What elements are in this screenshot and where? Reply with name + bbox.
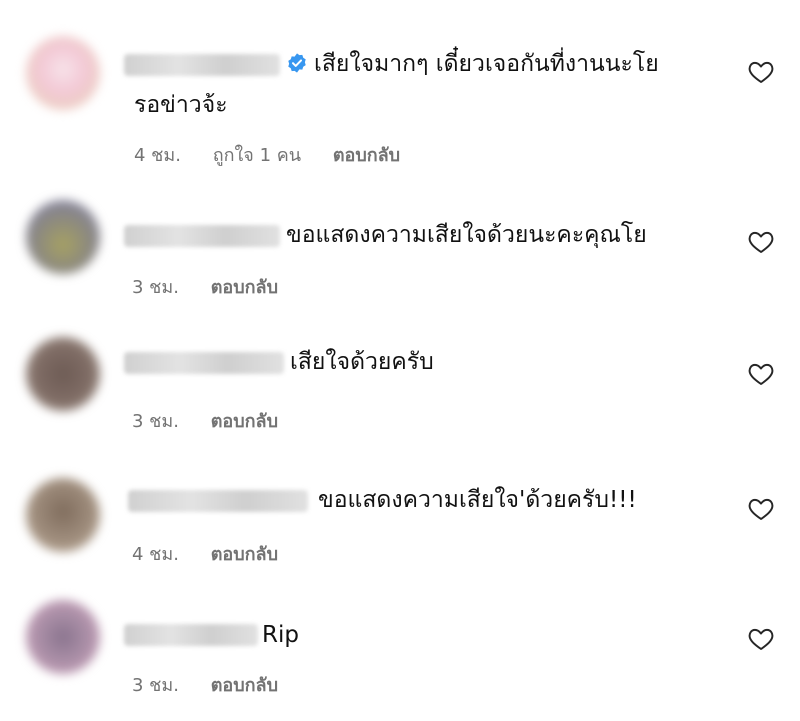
username-blurred[interactable] — [124, 624, 258, 646]
reply-button[interactable]: ตอบกลับ — [211, 277, 278, 298]
avatar[interactable] — [26, 337, 100, 411]
heart-outline-icon[interactable] — [748, 497, 774, 521]
avatar[interactable] — [26, 200, 100, 274]
reply-button[interactable]: ตอบกลับ — [211, 675, 278, 696]
comment-text: ขอแสดงความเสียใจ'ด้วยครับ!!! — [318, 487, 637, 513]
timestamp[interactable]: 3 ชม. — [132, 277, 179, 298]
heart-outline-icon[interactable] — [748, 362, 774, 386]
timestamp[interactable]: 4 ชม. — [132, 544, 179, 565]
username-blurred[interactable] — [124, 54, 280, 76]
comment-text: เสียใจด้วยครับ — [290, 349, 434, 375]
comment-text: เสียใจมากๆ เดี๋ยวเจอกันที่งานนะโย — [314, 51, 659, 77]
comment-item: เสียใจมากๆ เดี๋ยวเจอกันที่งานนะโย รอข่าว… — [0, 0, 800, 190]
comment-item: Rip 3 ชม. ตอบกลับ — [0, 590, 800, 721]
reply-button[interactable]: ตอบกลับ — [211, 544, 278, 565]
timestamp[interactable]: 4 ชม. — [134, 145, 181, 166]
comment-meta: 3 ชม. ตอบกลับ — [132, 670, 304, 699]
comment-item: ขอแสดงความเสียใจด้วยนะคะคุณโย 3 ชม. ตอบก… — [0, 190, 800, 325]
comment-meta: 3 ชม. ตอบกลับ — [132, 406, 304, 435]
timestamp[interactable]: 3 ชม. — [132, 675, 179, 696]
username-blurred[interactable] — [128, 490, 308, 512]
comment-text: Rip — [262, 622, 299, 648]
reply-button[interactable]: ตอบกลับ — [211, 411, 278, 432]
avatar[interactable] — [26, 478, 100, 552]
heart-outline-icon[interactable] — [748, 627, 774, 651]
comment-meta: 4 ชม. ตอบกลับ — [132, 539, 304, 568]
comment-item: เสียใจด้วยครับ 3 ชม. ตอบกลับ — [0, 325, 800, 460]
avatar[interactable] — [26, 600, 100, 674]
likes-count[interactable]: ถูกใจ 1 คน — [213, 145, 301, 166]
reply-button[interactable]: ตอบกลับ — [333, 145, 400, 166]
comment-text-continued: รอข่าวจ้ะ — [134, 92, 228, 118]
timestamp[interactable]: 3 ชม. — [132, 411, 179, 432]
username-blurred[interactable] — [124, 352, 284, 374]
comment-item: ขอแสดงความเสียใจ'ด้วยครับ!!! 4 ชม. ตอบกล… — [0, 460, 800, 590]
comment-meta: 4 ชม. ถูกใจ 1 คน ตอบกลับ — [134, 140, 426, 169]
verified-badge-icon — [288, 53, 306, 73]
heart-outline-icon[interactable] — [748, 60, 774, 84]
comment-meta: 3 ชม. ตอบกลับ — [132, 272, 304, 301]
avatar[interactable] — [26, 36, 100, 110]
comment-text: ขอแสดงความเสียใจด้วยนะคะคุณโย — [286, 222, 647, 248]
heart-outline-icon[interactable] — [748, 230, 774, 254]
username-blurred[interactable] — [124, 225, 280, 247]
